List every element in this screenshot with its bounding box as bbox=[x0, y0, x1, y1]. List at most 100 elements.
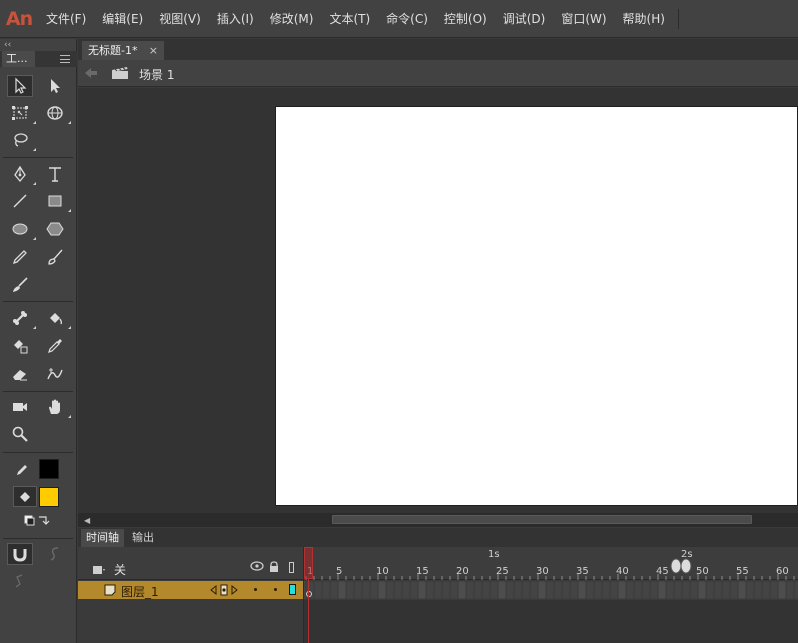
menu-edit[interactable]: 编辑(E) bbox=[94, 10, 151, 27]
width-tool[interactable] bbox=[42, 363, 68, 385]
visibility-dot-icon[interactable] bbox=[254, 588, 257, 591]
frame-cell bbox=[713, 581, 723, 599]
horizontal-scrollbar[interactable]: ◀ bbox=[78, 513, 798, 527]
subselect-arrow-icon bbox=[51, 79, 60, 93]
layer-name[interactable]: 图层_1 bbox=[121, 583, 159, 600]
frame-number: 5 bbox=[336, 566, 343, 577]
scrollbar-thumb[interactable] bbox=[332, 515, 752, 524]
document-tab[interactable]: 无标题-1* × bbox=[82, 41, 164, 60]
pen-tool[interactable] bbox=[7, 163, 36, 185]
lock-dot-icon[interactable] bbox=[274, 588, 277, 591]
tab-output[interactable]: 输出 bbox=[127, 529, 159, 547]
frame-cell bbox=[665, 581, 675, 599]
snap-to-objects-button[interactable] bbox=[7, 543, 33, 565]
next-keyframe-icon[interactable] bbox=[231, 585, 238, 595]
frame-cell bbox=[497, 581, 507, 599]
rectangle-tool[interactable] bbox=[42, 190, 71, 212]
swap-colors-button[interactable] bbox=[22, 512, 52, 530]
layer-header-label: 关 bbox=[114, 563, 127, 577]
bone-tool[interactable] bbox=[7, 307, 36, 329]
frame-cell bbox=[761, 581, 771, 599]
layer-options-icon[interactable] bbox=[92, 564, 106, 576]
pencil-tool[interactable] bbox=[7, 246, 33, 268]
clapperboard-icon bbox=[112, 67, 128, 79]
menu-modify[interactable]: 修改(M) bbox=[262, 10, 322, 27]
keyframe-toggle-icon[interactable] bbox=[220, 584, 228, 596]
frame-number: 40 bbox=[616, 566, 629, 577]
prev-keyframe-icon[interactable] bbox=[210, 585, 217, 595]
menu-text[interactable]: 文本(T) bbox=[321, 10, 378, 27]
scene-name[interactable]: 场景 1 bbox=[139, 66, 174, 83]
menu-window[interactable]: 窗口(W) bbox=[553, 10, 614, 27]
smooth-curve-icon bbox=[50, 547, 59, 561]
menu-divider bbox=[678, 9, 679, 29]
back-arrow-icon[interactable] bbox=[84, 67, 98, 79]
close-tab-icon[interactable]: × bbox=[149, 41, 158, 60]
selection-tool[interactable] bbox=[7, 75, 33, 97]
subselection-tool[interactable] bbox=[42, 75, 68, 97]
straighten-button[interactable] bbox=[7, 570, 33, 592]
fill-color-tool[interactable] bbox=[13, 486, 37, 507]
hand-tool[interactable] bbox=[42, 396, 71, 418]
tools-panel-tab[interactable]: 工... bbox=[2, 51, 35, 67]
menu-help[interactable]: 帮助(H) bbox=[615, 10, 673, 27]
smooth-button[interactable] bbox=[42, 543, 68, 565]
frame-cell bbox=[449, 581, 459, 599]
frame-number: 35 bbox=[576, 566, 589, 577]
tool-group-divider bbox=[3, 391, 73, 392]
flyout-indicator bbox=[33, 121, 36, 124]
brush-tool[interactable] bbox=[7, 274, 33, 296]
tools-panel-header: 工... bbox=[0, 51, 77, 67]
3d-rotation-tool[interactable] bbox=[42, 102, 71, 124]
frame-cell bbox=[745, 581, 755, 599]
eraser-tool[interactable] bbox=[7, 363, 33, 385]
tab-timeline[interactable]: 时间轴 bbox=[81, 529, 124, 547]
line-tool[interactable] bbox=[7, 190, 33, 212]
stroke-color-tool[interactable] bbox=[9, 458, 35, 480]
free-transform-tool[interactable] bbox=[7, 102, 36, 124]
eye-icon[interactable] bbox=[250, 561, 264, 571]
layer-row[interactable]: 图层_1 bbox=[78, 581, 304, 599]
panel-menu-icon[interactable] bbox=[60, 55, 70, 63]
scroll-left-arrow-icon[interactable]: ◀ bbox=[84, 516, 90, 525]
onion-skin-markers-icon[interactable] bbox=[668, 558, 694, 574]
frame-number: 15 bbox=[416, 566, 429, 577]
frame-number: 55 bbox=[736, 566, 749, 577]
paint-bucket-tool[interactable] bbox=[42, 307, 71, 329]
frame-cell bbox=[689, 581, 699, 599]
stage-canvas[interactable] bbox=[275, 106, 798, 506]
layer-outline-color[interactable] bbox=[289, 584, 296, 595]
lock-icon[interactable] bbox=[268, 561, 280, 573]
paint-brush-tool[interactable] bbox=[42, 246, 68, 268]
frame-cell bbox=[793, 581, 798, 599]
fill-color-swatch[interactable] bbox=[39, 487, 59, 507]
frames-row[interactable] bbox=[304, 581, 798, 599]
zoom-tool[interactable] bbox=[7, 423, 33, 445]
eyedropper-tool[interactable] bbox=[42, 335, 68, 357]
menu-view[interactable]: 视图(V) bbox=[151, 10, 209, 27]
app-logo: An bbox=[5, 7, 33, 30]
stroke-color-swatch[interactable] bbox=[39, 459, 59, 479]
menu-commands[interactable]: 命令(C) bbox=[378, 10, 436, 27]
frame-number: 60 bbox=[776, 566, 789, 577]
frame-cell bbox=[353, 581, 363, 599]
menu-insert[interactable]: 插入(I) bbox=[209, 10, 262, 27]
frame-cell bbox=[633, 581, 643, 599]
oval-tool[interactable] bbox=[7, 218, 36, 240]
playhead[interactable] bbox=[304, 547, 313, 643]
lasso-tool[interactable] bbox=[7, 129, 36, 151]
menu-file[interactable]: 文件(F) bbox=[38, 10, 94, 27]
ink-bottle-tool[interactable] bbox=[7, 335, 33, 357]
menu-debug[interactable]: 调试(D) bbox=[495, 10, 554, 27]
camera-tool[interactable] bbox=[7, 396, 33, 418]
menu-control[interactable]: 控制(O) bbox=[436, 10, 495, 27]
text-tool[interactable] bbox=[42, 163, 68, 185]
collapse-panel-button[interactable]: ‹‹ bbox=[4, 40, 11, 50]
polystar-tool[interactable] bbox=[42, 218, 68, 240]
eraser-icon bbox=[13, 370, 27, 381]
playhead-handle[interactable] bbox=[304, 547, 313, 579]
frame-cell bbox=[457, 581, 467, 599]
frames-empty-area bbox=[304, 600, 798, 643]
frame-cell bbox=[369, 581, 379, 599]
outline-toggle-icon[interactable] bbox=[289, 562, 294, 573]
